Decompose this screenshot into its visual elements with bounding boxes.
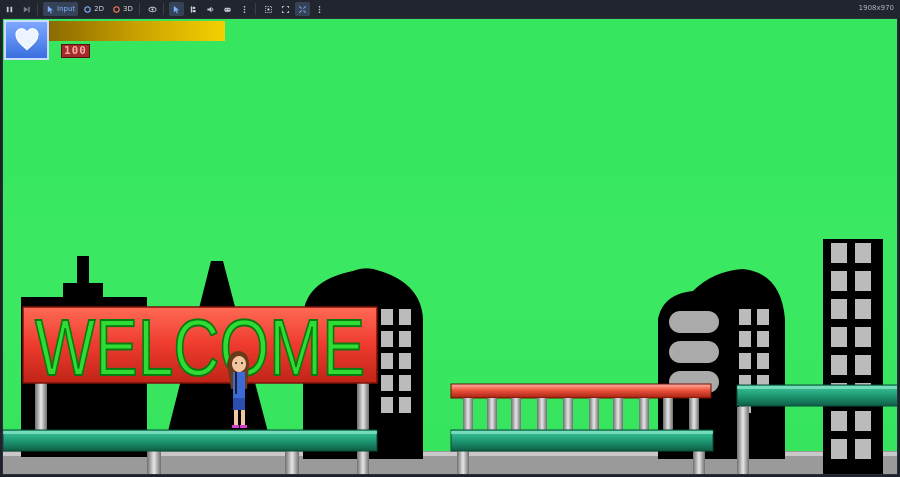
frame-selection-button[interactable]: [261, 2, 276, 16]
kebab-menu-icon: [318, 5, 321, 13]
platform-left: [3, 429, 378, 452]
resolution-label: 1908x970: [858, 4, 894, 12]
cursor-icon: [173, 5, 180, 14]
center-view-button[interactable]: [278, 2, 293, 16]
step-forward-button[interactable]: [19, 2, 34, 16]
health-bar: [49, 21, 225, 41]
separator: [162, 3, 164, 15]
eye-icon: [148, 6, 157, 12]
game-viewport[interactable]: WELCOME 100: [2, 18, 898, 475]
score-counter: 100: [61, 44, 90, 58]
health-icon-frame: [4, 20, 49, 60]
debug-toolbar: Input 2D 3D 1908x970: [0, 0, 900, 18]
pause-button[interactable]: [2, 2, 17, 16]
circle-3d-icon: [113, 5, 120, 13]
kebab-menu-icon: [243, 5, 246, 13]
mode-3d-button[interactable]: 3D: [109, 2, 136, 16]
list-tool-button[interactable]: [186, 2, 201, 16]
select-tool-button[interactable]: [168, 2, 184, 16]
separator: [254, 3, 256, 15]
pointer-icon: [47, 5, 54, 14]
pause-icon: [6, 6, 13, 12]
heart-icon: [14, 28, 39, 51]
game-scene: WELCOME: [3, 239, 897, 474]
fullscreen-button[interactable]: [294, 2, 310, 16]
list-select-icon: [190, 5, 196, 13]
mode-3d-label: 3D: [122, 5, 133, 13]
speaker-icon: [207, 6, 214, 12]
input-toggle-button[interactable]: Input: [43, 2, 79, 16]
sign-text: WELCOME: [35, 303, 365, 392]
more-options-button[interactable]: [237, 2, 252, 16]
step-forward-icon: [23, 6, 30, 12]
platform-right: [736, 384, 897, 407]
circle-2d-icon: [84, 5, 91, 13]
audio-button[interactable]: [203, 2, 218, 16]
game-camera-button[interactable]: [220, 2, 235, 16]
separator: [37, 3, 38, 15]
gamepad-icon: [224, 7, 231, 12]
fullscreen-icon: [298, 5, 306, 13]
building-tall-right: [823, 239, 883, 474]
expand-corners-icon: [281, 5, 289, 13]
visibility-button[interactable]: [145, 2, 160, 16]
input-label: Input: [57, 5, 76, 13]
view-options-button[interactable]: [312, 2, 327, 16]
frame-icon: [264, 5, 272, 13]
mode-2d-button[interactable]: 2D: [80, 2, 107, 16]
mode-2d-label: 2D: [94, 5, 104, 13]
separator: [138, 3, 140, 15]
